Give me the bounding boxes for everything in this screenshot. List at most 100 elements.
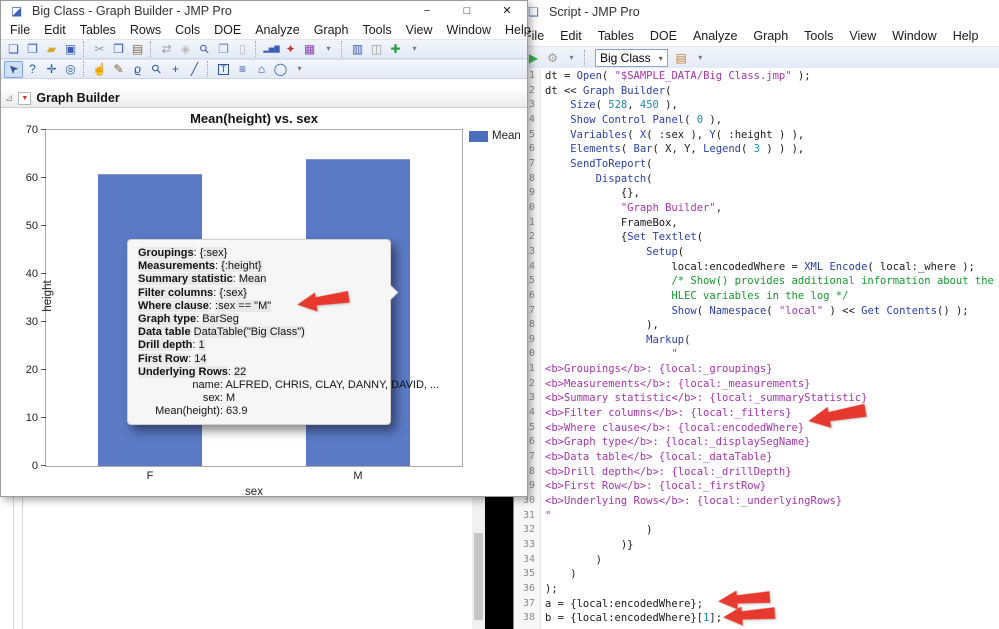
menu-rows[interactable]: Rows <box>123 21 168 39</box>
doe-icon[interactable]: ✦ <box>281 41 300 58</box>
oval-tool-icon[interactable]: ◯ <box>271 61 290 78</box>
colormap-icon[interactable]: ▦ <box>300 41 319 58</box>
menu-tables[interactable]: Tables <box>73 21 123 39</box>
line-number: 32 <box>522 524 535 536</box>
toolbar-overflow2-icon[interactable]: ▾ <box>405 41 424 58</box>
code-line: ), <box>545 319 659 332</box>
new-window-icon[interactable]: ❐ <box>23 41 42 58</box>
y-tick-label: 30 <box>25 316 38 328</box>
help-tool-icon[interactable]: ? <box>23 61 42 78</box>
gb-toolbar-standard: ❏ ❐ ▰ ▣ ✂ ❒ ▤ ⇄ ◈ ⚲ ❒ ▯ ▂▅▇ ✦ ▦ ▾ ▥ ◫ ✚ ▾ <box>1 39 527 59</box>
tooltip-row: First Row: 14 <box>138 352 207 365</box>
code-line: dt = Open( "$SAMPLE_DATA/Big Class.jmp" … <box>545 70 811 82</box>
legend-swatch <box>469 130 488 142</box>
code-line: <b>Summary statistic</b>: {local:_summar… <box>545 392 868 405</box>
menu-graph[interactable]: Graph <box>307 21 356 39</box>
lasso-tool-icon[interactable]: ϱ <box>128 61 147 78</box>
menu-analyze[interactable]: Analyze <box>248 21 306 39</box>
tools-icon[interactable]: ⚙ <box>543 50 562 67</box>
red-triangle-menu-icon[interactable]: ▼ <box>18 91 32 105</box>
add-data-icon[interactable]: ✚ <box>386 41 405 58</box>
crosshair-tool-icon[interactable]: + <box>166 61 185 78</box>
gb-menubar: File Edit Tables Rows Cols DOE Analyze Graph Too… <box>1 20 531 39</box>
copy-picture-icon[interactable]: ❒ <box>214 41 233 58</box>
search-icon[interactable]: ⚲ <box>195 41 214 58</box>
cut-icon[interactable]: ✂ <box>90 41 109 58</box>
menu-doe[interactable]: DOE <box>642 27 685 45</box>
brush-tool-icon[interactable]: ✎ <box>109 61 128 78</box>
y-tick-mark <box>41 417 46 418</box>
y-tick-label: 20 <box>25 364 38 376</box>
menu-help[interactable]: Help <box>945 27 987 45</box>
line-number: 38 <box>522 612 535 624</box>
new-journal-icon[interactable]: ❏ <box>4 41 23 58</box>
grabber-tool-icon[interactable]: ☝ <box>90 61 109 78</box>
menu-window[interactable]: Window <box>440 21 498 39</box>
report-icon[interactable]: ▯ <box>233 41 252 58</box>
compare-icon[interactable]: ◫ <box>367 41 386 58</box>
menu-graph[interactable]: Graph <box>745 27 796 45</box>
maximize-button[interactable]: □ <box>447 1 487 20</box>
annotate-tool-icon[interactable]: T <box>214 61 233 78</box>
paste-icon[interactable]: ▤ <box>128 41 147 58</box>
toolbar-overflow-icon[interactable]: ▾ <box>319 41 338 58</box>
code-line: Size( 528, 450 ), <box>570 99 678 112</box>
save-to-table-icon[interactable]: ▤ <box>672 50 691 67</box>
line-tool-icon[interactable]: ╱ <box>185 61 204 78</box>
menu-file[interactable]: File <box>3 21 37 39</box>
save-icon[interactable]: ▣ <box>61 41 80 58</box>
code-line: dt << Graph Builder( <box>545 84 672 97</box>
legend[interactable]: Mean <box>469 130 521 142</box>
x-axis-title: sex <box>245 486 263 498</box>
line-number: 33 <box>522 539 535 550</box>
table-selector-value: Big Class <box>600 51 651 65</box>
menu-tables[interactable]: Tables <box>590 27 642 45</box>
gb-window-titlebar[interactable]: ◪ Big Class - Graph Builder - JMP Pro − … <box>1 1 527 20</box>
menu-edit[interactable]: Edit <box>552 27 590 45</box>
disclosure-triangle-icon[interactable]: ⊿ <box>5 93 13 104</box>
polygon-tool-icon[interactable]: ⌂ <box>252 61 271 78</box>
open-icon[interactable]: ▰ <box>42 41 61 58</box>
y-tick-label: 0 <box>31 460 38 472</box>
menu-help[interactable]: Help <box>498 21 538 39</box>
arrow-tool-icon[interactable]: ➤ <box>4 60 23 78</box>
menu-edit[interactable]: Edit <box>37 21 73 39</box>
toolbar-overflow-icon[interactable]: ▾ <box>562 50 581 67</box>
graph-builder-window: ◪ Big Class - Graph Builder - JMP Pro − … <box>0 0 531 498</box>
screenshot-stage: ❏ Script - JMP Pro File Edit Tables DOE Anal… <box>0 0 999 629</box>
copy-icon[interactable]: ❒ <box>109 41 128 58</box>
graph-builder-panel-header[interactable]: ⊿ ▼ Graph Builder <box>1 89 527 108</box>
menu-tools[interactable]: Tools <box>796 27 841 45</box>
script-window-titlebar[interactable]: ❏ Script - JMP Pro <box>514 0 999 24</box>
toolbar-overflow2-icon[interactable]: ▾ <box>691 50 710 67</box>
menu-view[interactable]: View <box>841 27 884 45</box>
lines-tool-icon[interactable]: ≡ <box>233 61 252 78</box>
chart-icon[interactable]: ▂▅▇ <box>262 41 281 58</box>
menu-window[interactable]: Window <box>884 27 944 45</box>
table-selector-combobox[interactable]: Big Class ▾ <box>595 49 668 67</box>
menu-doe[interactable]: DOE <box>207 21 248 39</box>
code-text[interactable]: dt = Open( "$SAMPLE_DATA/Big Class.jmp" … <box>545 69 999 626</box>
magnifier-tool-icon[interactable]: ⚲ <box>147 61 166 78</box>
background-scrollbar-thumb[interactable] <box>474 533 483 620</box>
menu-view[interactable]: View <box>399 21 440 39</box>
code-line: ) <box>545 568 577 581</box>
toolbar-overflow3-icon[interactable]: ▾ <box>290 61 309 78</box>
code-line: Markup( <box>646 333 691 346</box>
bullseye-tool-icon[interactable]: ◎ <box>61 61 80 78</box>
lock-icon[interactable]: ◈ <box>176 41 195 58</box>
close-button[interactable]: ✕ <box>487 1 527 20</box>
tooltip-row: Where clause: :sex == "M" <box>138 299 272 312</box>
script-editor[interactable]: 1 2 3 4 5 6 7 8 9 10 11 12 13 14 15 16 17 18 19 20 21 22 23 24 2… <box>514 68 999 629</box>
menu-analyze[interactable]: Analyze <box>685 27 745 45</box>
menu-tools[interactable]: Tools <box>355 21 398 39</box>
code-line: {Set Textlet( <box>545 231 704 244</box>
paste-special-icon[interactable]: ⇄ <box>157 41 176 58</box>
toolbar-separator <box>255 41 260 57</box>
minimize-button[interactable]: − <box>407 1 447 20</box>
journal-icon[interactable]: ▥ <box>348 41 367 58</box>
menu-cols[interactable]: Cols <box>168 21 207 39</box>
y-tick-label: 70 <box>25 124 38 136</box>
code-line: <b>First Row</b>: {local:_firstRow} <box>545 480 767 493</box>
move-tool-icon[interactable]: ✛ <box>42 61 61 78</box>
